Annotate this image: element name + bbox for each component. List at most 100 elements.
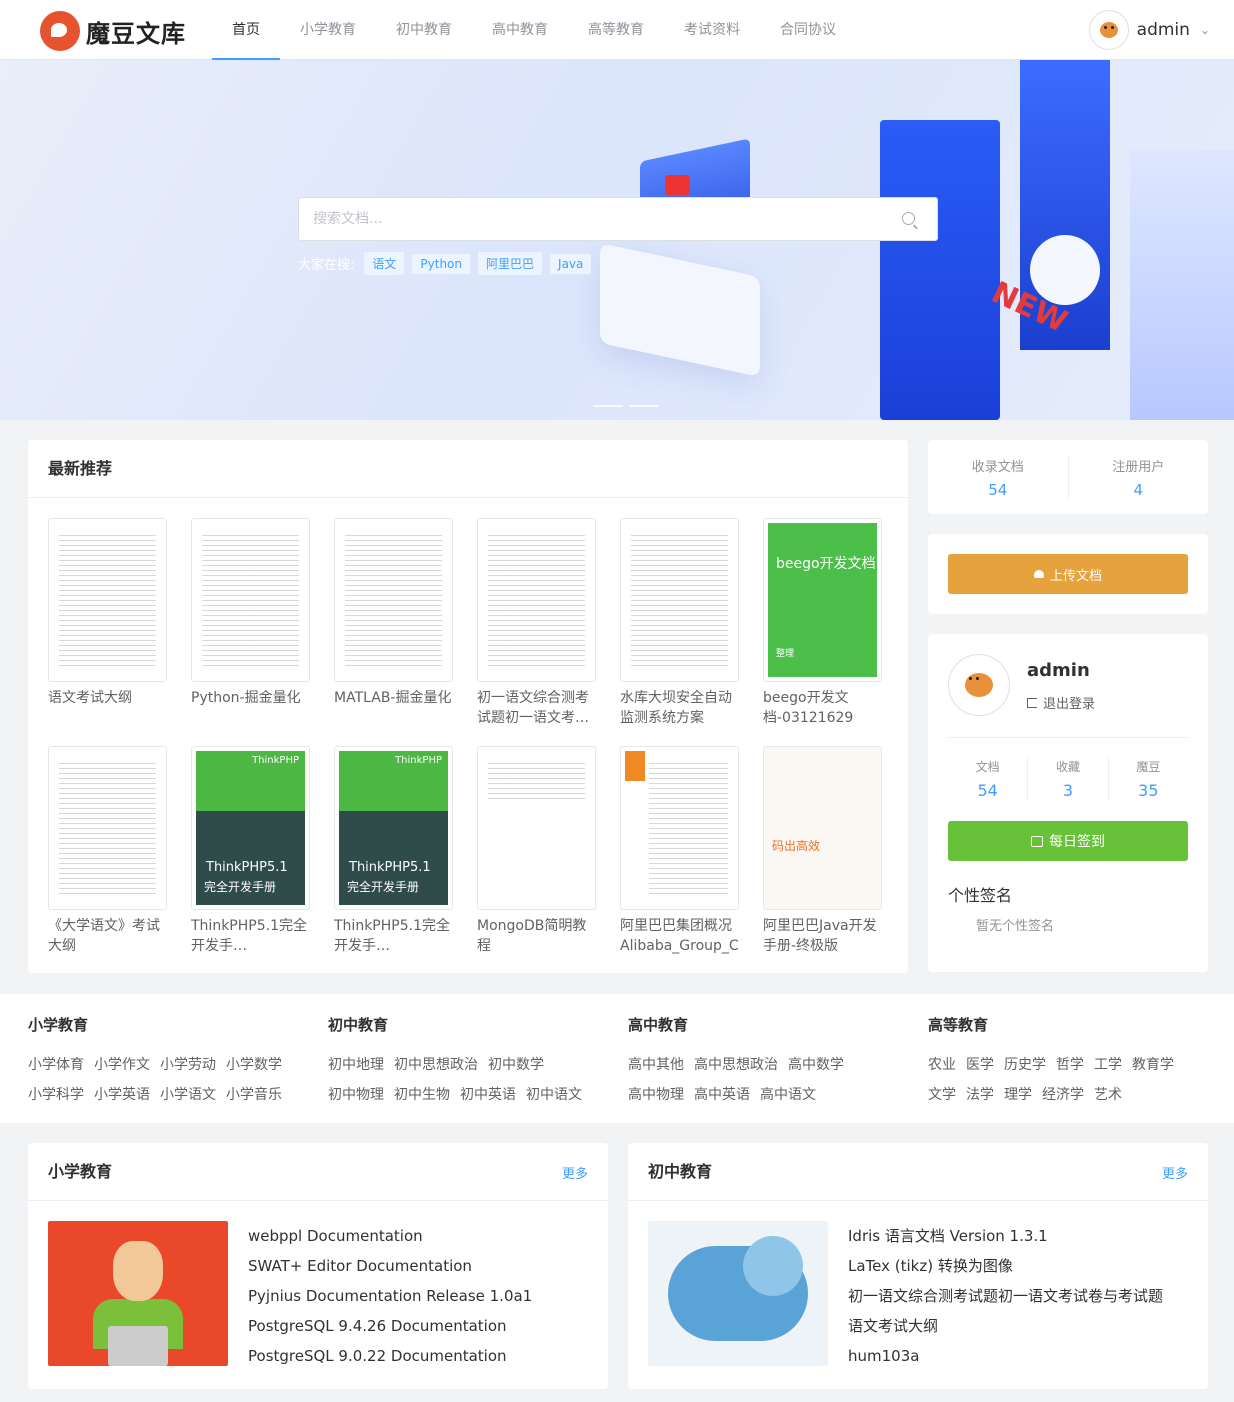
list-item[interactable]: PostgreSQL 9.0.22 Documentation xyxy=(248,1341,532,1371)
category-link[interactable]: 农业 xyxy=(928,1055,956,1075)
doc-title[interactable]: MATLAB-掘金量化 xyxy=(334,688,453,728)
category-link[interactable]: 小学英语 xyxy=(94,1085,150,1105)
category-link[interactable]: 高中英语 xyxy=(694,1085,750,1105)
doc-thumbnail[interactable] xyxy=(477,518,596,682)
more-link[interactable]: 更多 xyxy=(1162,1163,1188,1182)
category-title[interactable]: 小学教育 xyxy=(28,1014,308,1035)
profile-stat-favorites[interactable]: 收藏 3 xyxy=(1027,758,1107,800)
category-link[interactable]: 高中其他 xyxy=(628,1055,684,1075)
category-link[interactable]: 高中语文 xyxy=(760,1085,816,1105)
doc-card[interactable]: ThinkPHP ThinkPHP5.1 完全开发手册 ThinkPHP5.1完… xyxy=(191,746,310,956)
section-cover-image[interactable] xyxy=(648,1221,828,1366)
list-item[interactable]: Idris 语言文档 Version 1.3.1 xyxy=(848,1221,1163,1251)
list-item[interactable]: SWAT+ Editor Documentation xyxy=(248,1251,532,1281)
category-link[interactable]: 小学劳动 xyxy=(160,1055,216,1075)
avatar[interactable] xyxy=(948,654,1010,716)
avatar[interactable] xyxy=(1088,10,1129,50)
nav-primary-education[interactable]: 小学教育 xyxy=(280,0,376,60)
list-item[interactable]: Pyjnius Documentation Release 1.0a1 xyxy=(248,1281,532,1311)
category-link[interactable]: 初中语文 xyxy=(526,1085,582,1105)
category-title[interactable]: 高等教育 xyxy=(928,1014,1208,1035)
doc-thumbnail[interactable] xyxy=(620,746,739,910)
hot-tag[interactable]: Java xyxy=(550,253,592,274)
category-link[interactable]: 小学作文 xyxy=(94,1055,150,1075)
header-user-name[interactable]: admin xyxy=(1137,20,1190,40)
doc-card[interactable]: MongoDB简明教程 xyxy=(477,746,596,956)
list-item[interactable]: LaTex (tikz) 转换为图像 xyxy=(848,1251,1163,1281)
carousel-dot[interactable] xyxy=(629,405,659,407)
category-link[interactable]: 哲学 xyxy=(1056,1055,1084,1075)
more-link[interactable]: 更多 xyxy=(562,1163,588,1182)
profile-stat-coins[interactable]: 魔豆 35 xyxy=(1107,758,1188,800)
daily-sign-button[interactable]: 每日签到 xyxy=(948,821,1188,861)
doc-thumbnail[interactable] xyxy=(191,518,310,682)
profile-stat-docs[interactable]: 文档 54 xyxy=(948,758,1027,800)
category-link[interactable]: 高中数学 xyxy=(788,1055,844,1075)
doc-thumbnail[interactable] xyxy=(620,518,739,682)
search-icon[interactable] xyxy=(902,212,915,225)
doc-card[interactable]: beego开发文档 整理 beego开发文档-03121629 xyxy=(763,518,882,728)
doc-thumbnail[interactable] xyxy=(477,746,596,910)
doc-title[interactable]: ThinkPHP5.1完全开发手册-10261224 xyxy=(191,916,310,956)
category-link[interactable]: 初中物理 xyxy=(328,1085,384,1105)
doc-title[interactable]: MongoDB简明教程 xyxy=(477,916,596,956)
category-link[interactable]: 小学数学 xyxy=(226,1055,282,1075)
doc-card[interactable]: ThinkPHP ThinkPHP5.1 完全开发手册 ThinkPHP5.1完… xyxy=(334,746,453,956)
search-input[interactable] xyxy=(299,198,879,240)
logout-link[interactable]: 退出登录 xyxy=(1027,693,1095,712)
upload-button[interactable]: 上传文档 xyxy=(948,554,1188,594)
category-title[interactable]: 高中教育 xyxy=(628,1014,908,1035)
category-link[interactable]: 文学 xyxy=(928,1085,956,1105)
category-link[interactable]: 理学 xyxy=(1004,1085,1032,1105)
doc-title[interactable]: ThinkPHP5.1完全开发手册-10261224 xyxy=(334,916,453,956)
doc-card[interactable]: 水库大坝安全自动监测系统方案 xyxy=(620,518,739,728)
list-item[interactable]: PostgreSQL 9.4.26 Documentation xyxy=(248,1311,532,1341)
doc-title[interactable]: beego开发文档-03121629 xyxy=(763,688,882,728)
hot-tag[interactable]: 阿里巴巴 xyxy=(478,252,543,275)
doc-card[interactable]: 《大学语文》考试大纲 xyxy=(48,746,167,956)
nav-contracts[interactable]: 合同协议 xyxy=(760,0,856,60)
doc-card[interactable]: MATLAB-掘金量化 xyxy=(334,518,453,728)
category-title[interactable]: 初中教育 xyxy=(328,1014,608,1035)
doc-title[interactable]: 阿里巴巴Java开发手册-终极版 xyxy=(763,916,882,956)
category-link[interactable]: 教育学 xyxy=(1132,1055,1174,1075)
doc-thumbnail[interactable]: ThinkPHP ThinkPHP5.1 完全开发手册 xyxy=(191,746,310,910)
doc-title[interactable]: 语文考试大纲 xyxy=(48,688,167,728)
category-link[interactable]: 小学体育 xyxy=(28,1055,84,1075)
doc-card[interactable]: Python-掘金量化 xyxy=(191,518,310,728)
hot-tag[interactable]: 语文 xyxy=(364,252,405,275)
nav-junior-education[interactable]: 初中教育 xyxy=(376,0,472,60)
category-link[interactable]: 高中物理 xyxy=(628,1085,684,1105)
doc-thumbnail[interactable]: 码出高效 xyxy=(763,746,882,910)
doc-thumbnail[interactable] xyxy=(48,518,167,682)
category-link[interactable]: 初中生物 xyxy=(394,1085,450,1105)
category-link[interactable]: 小学语文 xyxy=(160,1085,216,1105)
section-cover-image[interactable] xyxy=(48,1221,228,1366)
doc-card[interactable]: 初一语文综合测考试题初一语文考试卷... xyxy=(477,518,596,728)
doc-title[interactable]: 阿里巴巴集团概况Alibaba_Group_C... xyxy=(620,916,739,956)
category-link[interactable]: 小学科学 xyxy=(28,1085,84,1105)
category-link[interactable]: 初中思想政治 xyxy=(394,1055,478,1075)
doc-title[interactable]: Python-掘金量化 xyxy=(191,688,310,728)
nav-exam-materials[interactable]: 考试资料 xyxy=(664,0,760,60)
category-link[interactable]: 医学 xyxy=(966,1055,994,1075)
list-item[interactable]: webppl Documentation xyxy=(248,1221,532,1251)
category-link[interactable]: 历史学 xyxy=(1004,1055,1046,1075)
category-link[interactable]: 初中数学 xyxy=(488,1055,544,1075)
category-link[interactable]: 经济学 xyxy=(1042,1085,1084,1105)
carousel-dot[interactable] xyxy=(593,405,623,407)
list-item[interactable]: hum103a xyxy=(848,1341,1163,1371)
category-link[interactable]: 小学音乐 xyxy=(226,1085,282,1105)
list-item[interactable]: 语文考试大纲 xyxy=(848,1311,1163,1341)
category-link[interactable]: 初中英语 xyxy=(460,1085,516,1105)
category-link[interactable]: 工学 xyxy=(1094,1055,1122,1075)
doc-card[interactable]: 阿里巴巴集团概况Alibaba_Group_C... xyxy=(620,746,739,956)
nav-higher-education[interactable]: 高等教育 xyxy=(568,0,664,60)
category-link[interactable]: 高中思想政治 xyxy=(694,1055,778,1075)
user-menu[interactable]: admin ⌄ xyxy=(1088,10,1210,50)
category-link[interactable]: 初中地理 xyxy=(328,1055,384,1075)
category-link[interactable]: 艺术 xyxy=(1094,1085,1122,1105)
nav-senior-education[interactable]: 高中教育 xyxy=(472,0,568,60)
doc-card[interactable]: 码出高效 阿里巴巴Java开发手册-终极版 xyxy=(763,746,882,956)
list-item[interactable]: 初一语文综合测考试题初一语文考试卷与考试题 xyxy=(848,1281,1163,1311)
